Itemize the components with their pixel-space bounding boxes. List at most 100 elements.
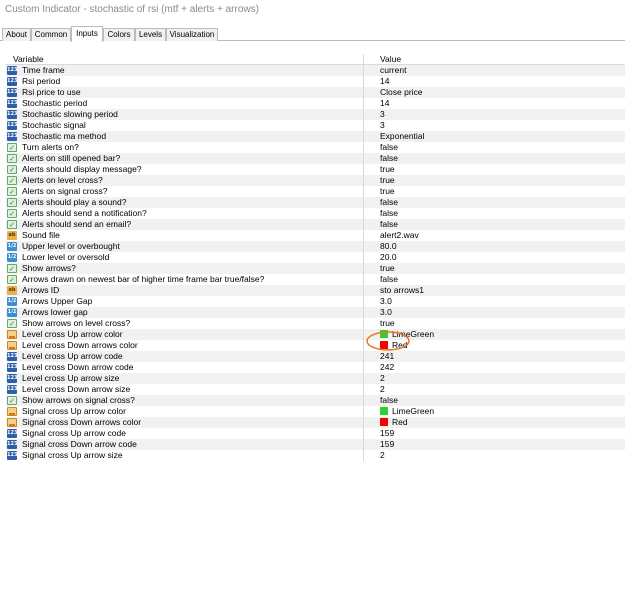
value-cell[interactable]: Close price	[380, 87, 625, 98]
variable-name: Arrows drawn on newest bar of higher tim…	[22, 274, 265, 284]
table-row[interactable]: 123 Stochastic period 14	[6, 98, 625, 109]
table-row[interactable]: 1/2 Arrows lower gap 3.0	[6, 307, 625, 318]
table-row[interactable]: ✓ Turn alerts on? false	[6, 142, 625, 153]
tab-colors[interactable]: Colors	[103, 28, 135, 41]
value-cell[interactable]: true	[380, 263, 625, 274]
table-row[interactable]: 123 Stochastic slowing period 3	[6, 109, 625, 120]
tab-bar: About Common Inputs Colors Levels Visual…	[0, 26, 625, 42]
table-row[interactable]: 123 Level cross Up arrow code 241	[6, 351, 625, 362]
value-cell[interactable]: 242	[380, 362, 625, 373]
table-row[interactable]: ✓ Show arrows on signal cross? false	[6, 395, 625, 406]
table-row[interactable]: ✓ Arrows drawn on newest bar of higher ti…	[6, 274, 625, 285]
table-row[interactable]: 123 Signal cross Up arrow code 159	[6, 428, 625, 439]
table-row[interactable]: ✓ Alerts on still opened bar? false	[6, 153, 625, 164]
table-row[interactable]: Level cross Up arrow color LimeGreen	[6, 329, 625, 340]
value-cell[interactable]: true	[380, 318, 625, 329]
tab-about[interactable]: About	[2, 28, 31, 41]
variable-cell: 1/2 Lower level or oversold	[6, 252, 364, 263]
table-row[interactable]: 123 Time frame current	[6, 65, 625, 76]
value-cell[interactable]: Exponential	[380, 131, 625, 142]
variable-name: Show arrows?	[22, 263, 76, 273]
value-cell[interactable]: current	[380, 65, 625, 76]
table-row[interactable]: ✓ Show arrows on level cross? true	[6, 318, 625, 329]
value-cell[interactable]: 3	[380, 109, 625, 120]
variable-name: Level cross Up arrow code	[22, 351, 123, 361]
variable-cell: ✓ Show arrows on level cross?	[6, 318, 364, 329]
table-row[interactable]: ✓ Show arrows? true	[6, 263, 625, 274]
table-row[interactable]: 123 Stochastic signal 3	[6, 120, 625, 131]
value-cell[interactable]: false	[380, 153, 625, 164]
value-cell[interactable]: 2	[380, 450, 625, 461]
table-row[interactable]: 123 Signal cross Up arrow size 2	[6, 450, 625, 461]
table-row[interactable]: ab Arrows ID sto arrows1	[6, 285, 625, 296]
table-row[interactable]: 123 Stochastic ma method Exponential	[6, 131, 625, 142]
value-cell[interactable]: 14	[380, 76, 625, 87]
table-row[interactable]: ab Sound file alert2.wav	[6, 230, 625, 241]
table-row[interactable]: 1/2 Upper level or overbought 80.0	[6, 241, 625, 252]
table-row[interactable]: 123 Level cross Down arrow code 242	[6, 362, 625, 373]
table-row[interactable]: ✓ Alerts on signal cross? true	[6, 186, 625, 197]
table-row[interactable]: 1/2 Lower level or oversold 20.0	[6, 252, 625, 263]
variable-cell: ✓ Arrows drawn on newest bar of higher ti…	[6, 274, 364, 285]
value-cell[interactable]: false	[380, 208, 625, 219]
value-cell[interactable]: 159	[380, 428, 625, 439]
value-cell[interactable]: false	[380, 142, 625, 153]
value-cell[interactable]: true	[380, 175, 625, 186]
value-cell[interactable]: alert2.wav	[380, 230, 625, 241]
table-row[interactable]: 123 Rsi price to use Close price	[6, 87, 625, 98]
table-row[interactable]: 123 Rsi period 14	[6, 76, 625, 87]
tab-common[interactable]: Common	[31, 28, 71, 41]
value-cell[interactable]: LimeGreen	[380, 406, 625, 417]
table-row[interactable]: ✓ Alerts on level cross? true	[6, 175, 625, 186]
table-row[interactable]: ✓ Alerts should display message? true	[6, 164, 625, 175]
table-row[interactable]: ✓ Alerts should play a sound? false	[6, 197, 625, 208]
table-row[interactable]: 123 Level cross Down arrow size 2	[6, 384, 625, 395]
tab-inputs[interactable]: Inputs	[71, 26, 103, 42]
bool-type-icon: ✓	[7, 176, 17, 185]
value-cell[interactable]: true	[380, 164, 625, 175]
value-text: false	[380, 219, 398, 229]
value-cell[interactable]: LimeGreen	[380, 329, 625, 340]
value-cell[interactable]: 2	[380, 373, 625, 384]
table-row[interactable]: 123 Signal cross Down arrow code 159	[6, 439, 625, 450]
value-cell[interactable]: Red	[380, 340, 625, 351]
value-cell[interactable]: 14	[380, 98, 625, 109]
value-cell[interactable]: 241	[380, 351, 625, 362]
color-swatch	[380, 341, 388, 349]
table-row[interactable]: 123 Level cross Up arrow size 2	[6, 373, 625, 384]
tab-visualization[interactable]: Visualization	[166, 28, 218, 41]
value-cell[interactable]: 3	[380, 120, 625, 131]
variable-cell: ✓ Alerts on still opened bar?	[6, 153, 364, 164]
value-text: sto arrows1	[380, 285, 424, 295]
table-row[interactable]: 1/2 Arrows Upper Gap 3.0	[6, 296, 625, 307]
value-cell[interactable]: 20.0	[380, 252, 625, 263]
table-row[interactable]: ✓ Alerts should send an email? false	[6, 219, 625, 230]
value-cell[interactable]: false	[380, 274, 625, 285]
table-row[interactable]: ✓ Alerts should send a notification? false	[6, 208, 625, 219]
value-cell[interactable]: false	[380, 395, 625, 406]
value-cell[interactable]: true	[380, 186, 625, 197]
value-cell[interactable]: Red	[380, 417, 625, 428]
value-cell[interactable]: false	[380, 197, 625, 208]
value-cell[interactable]: 3.0	[380, 307, 625, 318]
tab-levels[interactable]: Levels	[135, 28, 166, 41]
column-header-value[interactable]: Value	[380, 54, 625, 65]
variable-name: Level cross Down arrow code	[22, 362, 134, 372]
value-cell[interactable]: 3.0	[380, 296, 625, 307]
value-cell[interactable]: false	[380, 219, 625, 230]
value-text: alert2.wav	[380, 230, 419, 240]
value-cell[interactable]: 2	[380, 384, 625, 395]
bool-type-icon: ✓	[7, 209, 17, 218]
inputs-grid[interactable]: Variable Value 123 Time frame current 123 Rs…	[6, 54, 625, 595]
column-header-variable[interactable]: Variable	[13, 54, 44, 65]
table-row[interactable]: Level cross Down arrows color Red	[6, 340, 625, 351]
variable-cell: 123 Level cross Up arrow size	[6, 373, 364, 384]
value-text: 3	[380, 109, 385, 119]
variable-cell: ✓ Show arrows?	[6, 263, 364, 274]
table-row[interactable]: Signal cross Down arrows color Red	[6, 417, 625, 428]
value-cell[interactable]: 159	[380, 439, 625, 450]
table-row[interactable]: Signal cross Up arrow color LimeGreen	[6, 406, 625, 417]
value-cell[interactable]: 80.0	[380, 241, 625, 252]
value-text: 2	[380, 450, 385, 460]
value-cell[interactable]: sto arrows1	[380, 285, 625, 296]
